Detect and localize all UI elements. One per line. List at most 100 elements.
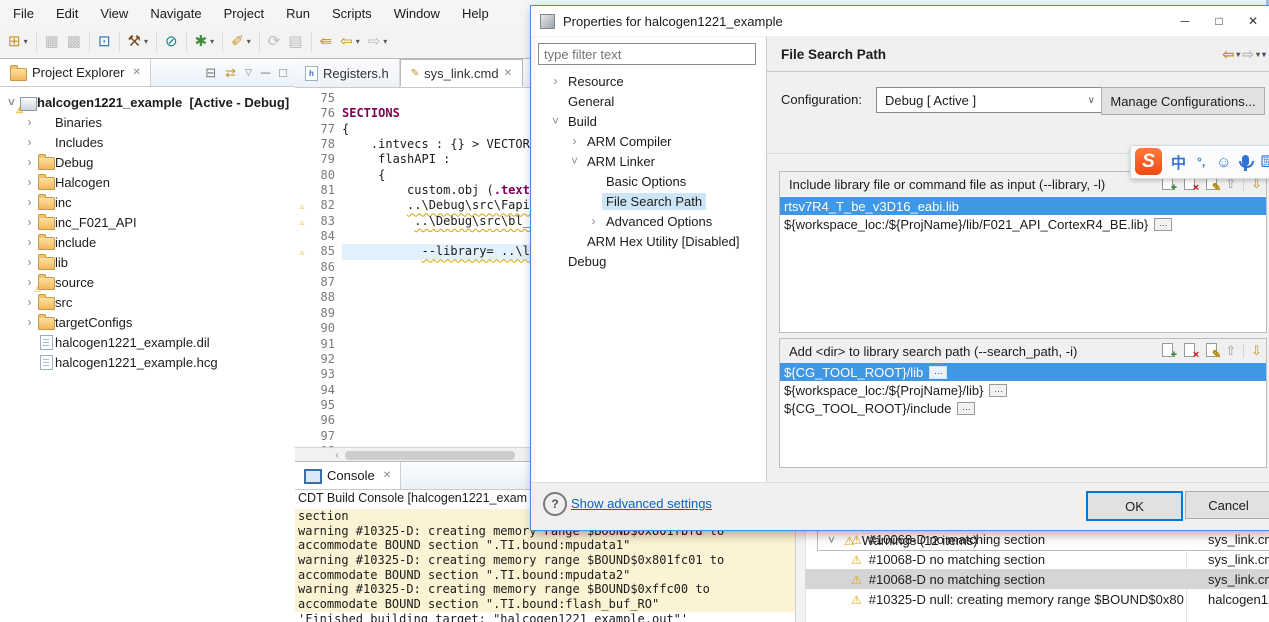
tree-item-project-root[interactable]: halcogen1221_example [Active - Debug]	[0, 92, 295, 115]
chevron-right-icon[interactable]	[22, 155, 37, 169]
punctuation-icon[interactable]: °,	[1197, 155, 1205, 169]
tab-registers-h[interactable]: h Registers.h	[295, 59, 400, 87]
forward-dropdown-icon[interactable]: ▾	[1256, 50, 1260, 59]
properties-tree-item[interactable]: File Search Path	[532, 191, 765, 211]
back-icon[interactable]: ⇦	[1222, 46, 1234, 63]
back-icon[interactable]: ⇦	[336, 30, 364, 54]
properties-tree-item[interactable]: Debug	[532, 251, 765, 271]
library-list-item[interactable]: rtsv7R4_T_be_v3D16_eabi.lib …	[780, 197, 1266, 215]
problem-row[interactable]: #10068-D no matching section sys_link.cm…	[805, 529, 1269, 549]
microphone-icon[interactable]	[1239, 154, 1255, 171]
save-icon[interactable]: ▦	[41, 30, 63, 54]
tree-item[interactable]: source	[0, 272, 295, 294]
save-all-icon[interactable]: ▩	[63, 30, 85, 54]
tree-item[interactable]: include	[0, 232, 295, 252]
scroll-left-icon[interactable]: ‹	[329, 450, 345, 461]
show-advanced-settings-link[interactable]: Show advanced settings	[571, 496, 712, 511]
properties-tree-item[interactable]: › ARM Compiler	[532, 131, 765, 151]
menu-edit[interactable]: Edit	[45, 2, 89, 25]
tree-chevron-icon[interactable]: ›	[585, 214, 602, 228]
tree-item[interactable]: src	[0, 292, 295, 312]
tree-chevron-icon[interactable]: ˅	[566, 154, 583, 168]
build-hammer-icon[interactable]: ⚒	[124, 30, 152, 54]
browse-button[interactable]: …	[929, 365, 948, 379]
browse-button[interactable]: …	[1154, 217, 1173, 231]
tree-item[interactable]: Includes	[0, 132, 295, 152]
browse-button[interactable]: …	[989, 383, 1008, 397]
close-view-icon[interactable]: ✕	[132, 67, 140, 78]
maximize-window-icon[interactable]: □	[1202, 6, 1236, 36]
properties-tree-item[interactable]: ˅ ARM Linker	[532, 151, 765, 171]
dialog-title-bar[interactable]: Properties for halcogen1221_example ─ □ …	[531, 6, 1269, 36]
chinese-mode-icon[interactable]: 中	[1171, 152, 1186, 173]
move-down-icon[interactable]: ⇩	[1251, 343, 1262, 359]
properties-tree-item[interactable]: Basic Options	[532, 171, 765, 191]
chevron-right-icon[interactable]	[22, 175, 37, 189]
tree-item[interactable]: Debug	[0, 152, 295, 172]
tree-item[interactable]: Halcogen	[0, 172, 295, 192]
configuration-select[interactable]: Debug [ Active ] ∨	[876, 87, 1104, 113]
view-menu-icon[interactable]: ▾	[1262, 50, 1266, 59]
chevron-right-icon[interactable]	[22, 255, 37, 269]
forward-icon[interactable]: ⇨	[1242, 46, 1254, 63]
chevron-right-icon[interactable]	[22, 295, 37, 309]
tree-item[interactable]: inc_F021_API	[0, 212, 295, 232]
chevron-right-icon[interactable]	[22, 235, 37, 249]
move-up-icon[interactable]: ⇧	[1225, 343, 1236, 359]
open-element-icon[interactable]: ▤	[284, 30, 306, 54]
properties-tree-item[interactable]: › Advanced Options	[532, 211, 765, 231]
tree-item[interactable]: Binaries	[0, 112, 295, 132]
menu-project[interactable]: Project	[213, 2, 275, 25]
tree-chevron-icon[interactable]: ›	[566, 134, 583, 148]
minimize-window-icon[interactable]: ─	[1168, 6, 1202, 36]
problem-row[interactable]: #10068-D no matching section sys_link.cm…	[805, 569, 1269, 589]
chevron-right-icon[interactable]	[22, 215, 37, 229]
skip-breakpoints-icon[interactable]: ⊘	[161, 30, 182, 54]
maximize-view-icon[interactable]: □	[279, 65, 287, 80]
manage-configurations-button[interactable]: Manage Configurations...	[1101, 87, 1265, 115]
chevron-right-icon[interactable]	[22, 315, 37, 329]
tree-item[interactable]: inc	[0, 192, 295, 212]
menu-view[interactable]: View	[89, 2, 139, 25]
view-menu-icon[interactable]: ▽	[245, 67, 252, 78]
close-console-icon[interactable]: ✕	[383, 470, 391, 481]
tab-sys-link-cmd[interactable]: ✎ sys_link.cmd ✕	[399, 59, 523, 87]
menu-window[interactable]: Window	[383, 2, 451, 25]
filter-input[interactable]	[538, 43, 756, 65]
library-list-item[interactable]: ${workspace_loc:/${ProjName}/lib/F021_AP…	[780, 215, 1266, 233]
search-path-item[interactable]: ${CG_TOOL_ROOT}/lib …	[780, 363, 1266, 381]
tab-console[interactable]: Console ✕	[295, 462, 402, 489]
cancel-button[interactable]: Cancel	[1185, 491, 1269, 519]
console-view-icon[interactable]: ⊡	[94, 30, 115, 54]
browse-button[interactable]: …	[957, 401, 976, 415]
forward-icon[interactable]: ⇨	[364, 30, 392, 54]
last-edit-location-icon[interactable]: ⇚	[316, 30, 337, 54]
tree-item[interactable]: halcogen1221_example.dil	[0, 332, 295, 352]
close-tab-icon[interactable]: ✕	[504, 68, 512, 79]
properties-tree-item[interactable]: ARM Hex Utility [Disabled]	[532, 231, 765, 251]
emoji-icon[interactable]: ☺	[1216, 154, 1231, 171]
properties-tree-item[interactable]: General	[532, 91, 765, 111]
tab-project-explorer[interactable]: Project Explorer ✕	[0, 59, 151, 86]
properties-tree-item[interactable]: ˅ Build	[532, 111, 765, 131]
flash-icon[interactable]: ✐	[227, 30, 255, 54]
menu-file[interactable]: File	[2, 2, 45, 25]
edit-dir-icon[interactable]: ✎	[1203, 343, 1221, 361]
debug-bug-icon[interactable]: ✱	[191, 30, 219, 54]
scrollbar-thumb[interactable]	[345, 450, 515, 460]
properties-tree-item[interactable]: › Resource	[532, 71, 765, 91]
sogou-logo-icon[interactable]: S	[1135, 148, 1162, 175]
problem-row[interactable]: #10325-D null: creating memory range $BO…	[805, 589, 1269, 609]
menu-run[interactable]: Run	[275, 2, 321, 25]
ok-button[interactable]: OK	[1086, 491, 1183, 521]
tree-item[interactable]: halcogen1221_example.hcg	[0, 352, 295, 372]
refresh-icon[interactable]: ⟳	[264, 30, 285, 54]
tree-item[interactable]: lib	[0, 252, 295, 272]
menu-help[interactable]: Help	[451, 2, 500, 25]
delete-dir-icon[interactable]: ×	[1181, 343, 1199, 361]
menu-navigate[interactable]: Navigate	[139, 2, 212, 25]
minimize-view-icon[interactable]: ─	[261, 65, 270, 80]
link-with-editor-icon[interactable]: ⇄	[225, 65, 236, 81]
chevron-right-icon[interactable]	[22, 135, 37, 149]
tree-chevron-icon[interactable]: ›	[547, 74, 564, 88]
